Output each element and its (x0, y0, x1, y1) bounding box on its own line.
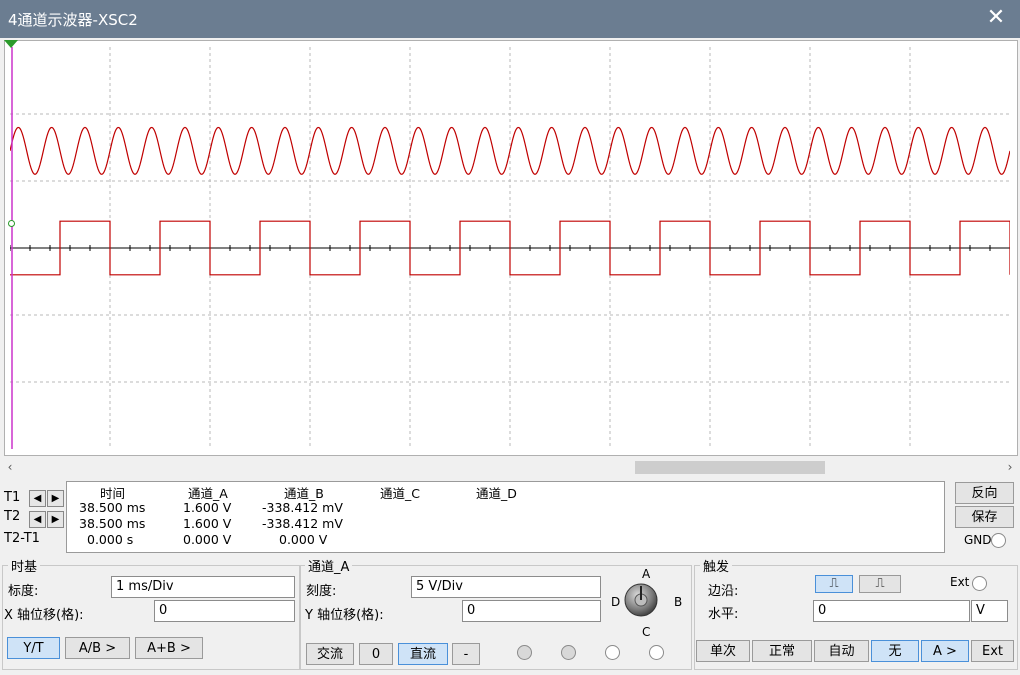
trigger-none-button[interactable]: 无 (871, 640, 919, 662)
channel-radio-a[interactable] (517, 645, 532, 660)
yt-mode-button[interactable]: Y/T (7, 637, 60, 659)
t2-right-arrow-icon[interactable]: ▶ (47, 511, 64, 528)
channel-selector-knob-icon[interactable] (623, 582, 659, 618)
readout-cell: 1.600 V (183, 500, 232, 515)
scroll-thumb[interactable] (635, 461, 825, 474)
knob-label-c: C (642, 625, 651, 639)
reverse-button[interactable]: 反向 (955, 482, 1014, 504)
trigger-edge-label: 边沿: (708, 584, 739, 599)
cursor-diff-label: T2-T1 (4, 531, 40, 546)
readout-cell: 38.500 ms (79, 500, 146, 515)
trigger-auto-button[interactable]: 自动 (814, 640, 869, 662)
measurement-readout: 时间 通道_A 通道_B 通道_C 通道_D 38.500 ms 1.600 V… (66, 481, 945, 553)
t2-left-arrow-icon[interactable]: ◀ (29, 511, 46, 528)
trigger-ext-button[interactable]: Ext (971, 640, 1014, 662)
horizontal-scrollbar[interactable]: ‹ › (0, 459, 1020, 476)
channel-scale-input[interactable]: 5 V/Div (411, 576, 601, 598)
scroll-left-icon[interactable]: ‹ (2, 459, 18, 476)
timebase-scale-input[interactable]: 1 ms/Div (111, 576, 295, 598)
channel-radio-d[interactable] (649, 645, 664, 660)
ext-radio[interactable] (972, 576, 987, 591)
trigger-level-unit[interactable]: V (971, 600, 1008, 622)
knob-label-d: D (611, 595, 621, 609)
readout-header-d: 通道_D (476, 486, 517, 501)
x-position-input[interactable]: 0 (154, 600, 295, 622)
t1-left-arrow-icon[interactable]: ◀ (29, 490, 46, 507)
window-title: 4通道示波器-XSC2 (8, 11, 138, 29)
rising-edge-icon[interactable]: ⎍ (815, 575, 853, 593)
channel-radio-b[interactable] (561, 645, 576, 660)
coupling-ac-button[interactable]: 交流 (306, 643, 354, 665)
cursor-handle-icon[interactable] (4, 40, 18, 48)
readout-cell: -338.412 mV (262, 516, 343, 531)
channel-a-marker-icon (8, 220, 15, 227)
t1-right-arrow-icon[interactable]: ▶ (47, 490, 64, 507)
knob-label-a: A (642, 567, 651, 581)
readout-cell: 0.000 V (183, 532, 232, 547)
a-plus-b-mode-button[interactable]: A+B > (135, 637, 203, 659)
cursor-t2-label: T2 (4, 509, 21, 524)
ext-label: Ext (950, 575, 970, 589)
cursor-controls: T1 ◀ ▶ T2 ◀ ▶ T2-T1 (2, 479, 64, 551)
falling-edge-icon[interactable]: ⎍ (859, 575, 901, 593)
coupling-zero-button[interactable]: 0 (359, 643, 393, 665)
readout-cell: 0.000 V (279, 532, 328, 547)
channel-scale-label: 刻度: (306, 584, 337, 599)
gnd-radio[interactable] (991, 533, 1006, 548)
scope-graph[interactable] (10, 47, 1010, 449)
channel-title: 通道_A (305, 556, 353, 575)
trigger-single-button[interactable]: 单次 (696, 640, 750, 662)
timebase-scale-label: 标度: (8, 584, 39, 599)
scroll-right-icon[interactable]: › (1002, 459, 1018, 476)
close-icon[interactable]: ✕ (986, 6, 1006, 30)
ab-mode-button[interactable]: A/B > (65, 637, 130, 659)
channel-b-trace (10, 220, 1010, 276)
channel-radio-c[interactable] (605, 645, 620, 660)
title-bar: 4通道示波器-XSC2 ✕ (0, 0, 1020, 38)
trigger-normal-button[interactable]: 正常 (752, 640, 812, 662)
trigger-level-label: 水平: (708, 607, 739, 622)
x-position-label: X 轴位移(格): (4, 608, 84, 623)
gnd-label: GND (964, 533, 992, 547)
coupling-dc-button[interactable]: 直流 (398, 643, 448, 665)
y-position-input[interactable]: 0 (462, 600, 601, 622)
readout-cell: 38.500 ms (79, 516, 146, 531)
timebase-title: 时基 (8, 556, 41, 575)
readout-cell: -338.412 mV (262, 500, 343, 515)
knob-label-b: B (674, 595, 683, 609)
readout-cell: 0.000 s (87, 532, 134, 547)
save-button[interactable]: 保存 (955, 506, 1014, 528)
trigger-source-a-button[interactable]: A > (921, 640, 969, 662)
trigger-level-input[interactable]: 0 (813, 600, 970, 622)
readout-header-c: 通道_C (380, 486, 420, 501)
trigger-title: 触发 (700, 556, 733, 575)
coupling-minus-button[interactable]: - (452, 643, 480, 665)
readout-cell: 1.600 V (183, 516, 232, 531)
y-position-label: Y 轴位移(格): (305, 608, 384, 623)
